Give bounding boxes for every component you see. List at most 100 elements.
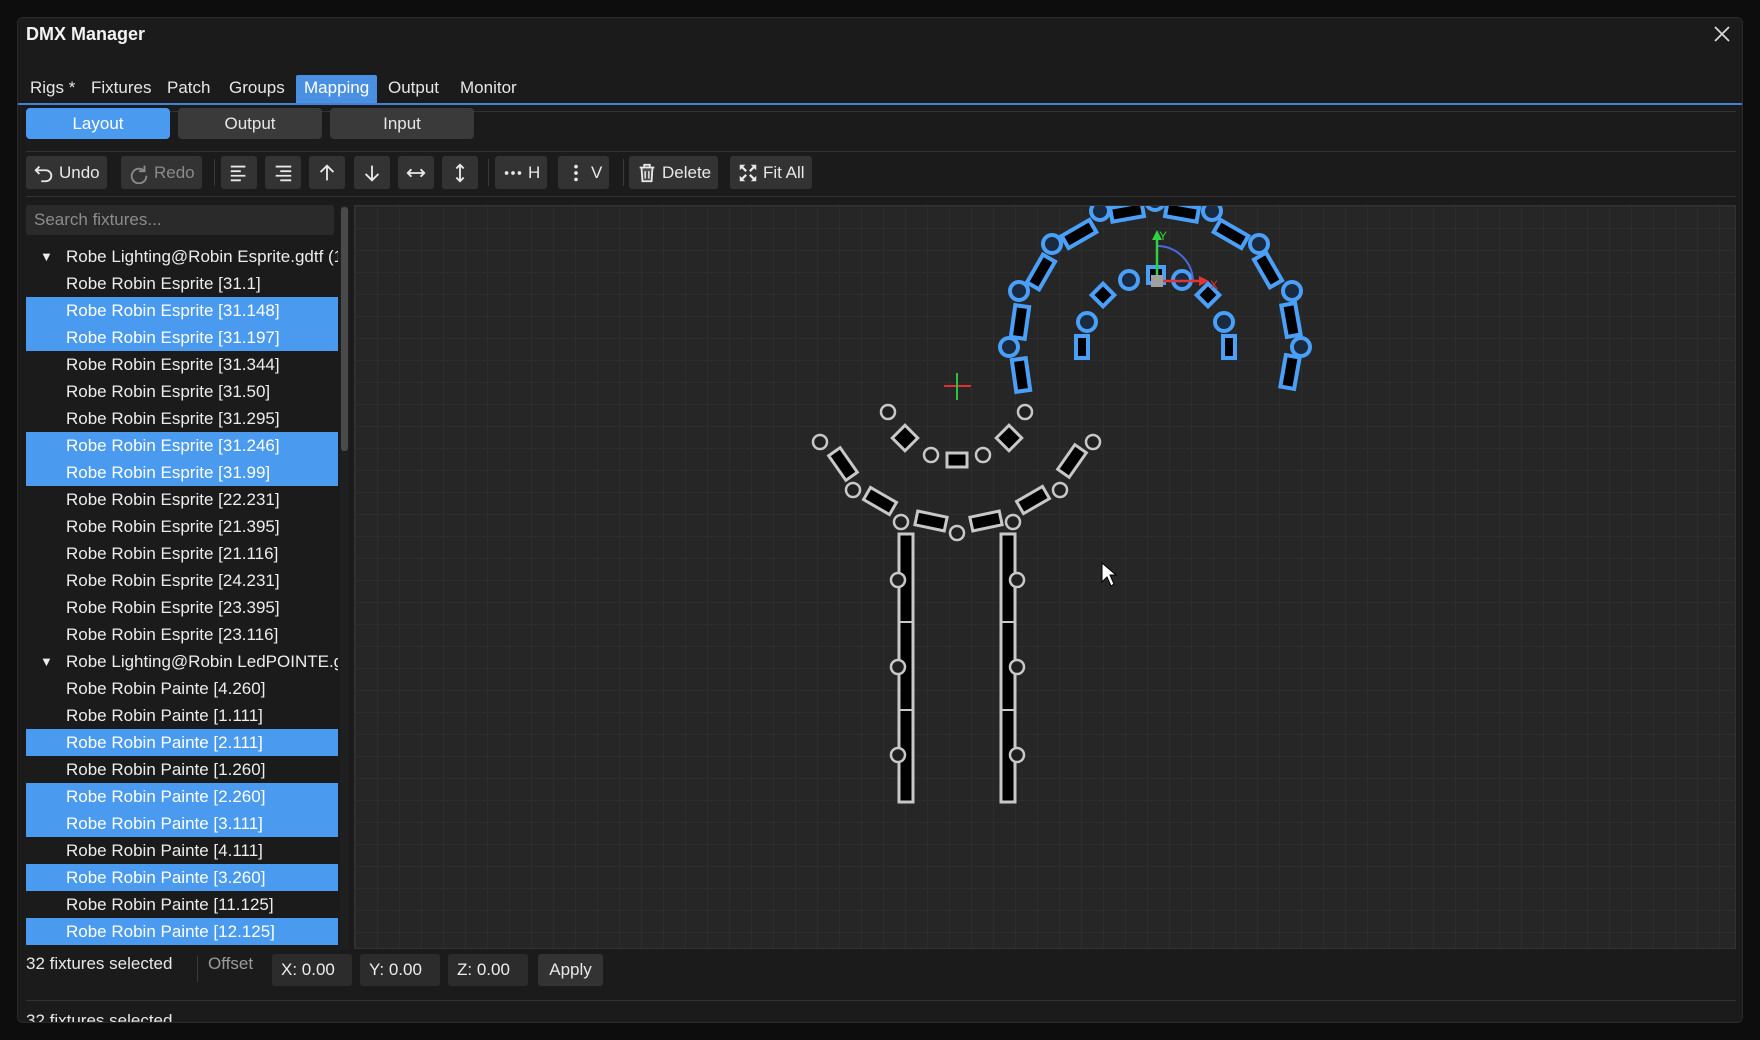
fixture-handle[interactable] [889, 571, 907, 589]
fixture-handle[interactable] [879, 403, 897, 421]
fixture-marker[interactable] [1088, 280, 1118, 310]
search-fixtures-input[interactable] [26, 205, 334, 235]
tree-group[interactable]: ▼ Robe Lighting@Robin LedPOINTE.gdt [26, 648, 338, 675]
fixture-list-item[interactable]: Robe Robin Esprite [21.116] [26, 540, 338, 567]
fit-all-button[interactable]: Fit All [730, 156, 812, 189]
subtab-output[interactable]: Output [178, 108, 322, 139]
align-bottom-button[interactable] [354, 156, 390, 189]
fixture-list-item[interactable]: Robe Robin Esprite [22.231] [26, 486, 338, 513]
fixture-list-item[interactable]: Robe Robin Esprite [31.50] [26, 378, 338, 405]
fixture-marker[interactable] [1009, 355, 1033, 395]
layout-canvas[interactable]: XY [354, 205, 1736, 949]
fixture-handle[interactable] [889, 746, 907, 764]
fixture-list-item[interactable]: Robe Robin Painte [1.111] [26, 702, 338, 729]
menu-patch[interactable]: Patch [159, 75, 218, 103]
fixture-handle[interactable] [1281, 280, 1303, 302]
fixture-handle[interactable] [1076, 311, 1098, 333]
fixture-handle[interactable] [1201, 206, 1223, 222]
fixture-list-item[interactable]: Robe Robin Painte [4.260] [26, 675, 338, 702]
fixture-handle[interactable] [889, 658, 907, 676]
fixture-list-item[interactable]: Robe Robin Painte [3.111] [26, 810, 338, 837]
fixture-handle[interactable] [844, 481, 862, 499]
fixture-handle[interactable] [892, 513, 910, 531]
fixture-marker[interactable] [890, 423, 920, 453]
redo-button[interactable]: Redo [121, 156, 202, 189]
close-button[interactable] [1710, 22, 1734, 46]
align-right-button[interactable] [265, 156, 301, 189]
fixture-list-item[interactable]: Robe Robin Painte [2.111] [26, 729, 338, 756]
fixture-marker[interactable] [1162, 206, 1202, 224]
fixture-handle[interactable] [1084, 433, 1102, 451]
fixture-handle[interactable] [1008, 280, 1030, 302]
delete-button[interactable]: Delete [629, 156, 719, 189]
menu-mapping[interactable]: Mapping [296, 75, 378, 103]
fixture-handle[interactable] [1145, 206, 1165, 212]
fixture-marker[interactable] [1251, 249, 1285, 291]
undo-button[interactable]: Undo [26, 156, 107, 189]
fixture-marker[interactable] [1014, 484, 1052, 516]
gizmo-y-label[interactable]: Y [1159, 229, 1167, 243]
fixture-handle[interactable] [1008, 658, 1026, 676]
offset-x-field[interactable]: X: 0.00 [272, 954, 352, 986]
fixture-handle[interactable] [922, 446, 940, 464]
fixture-list-item[interactable]: Robe Robin Painte [3.260] [26, 864, 338, 891]
fixture-list-item[interactable]: Robe Robin Esprite [23.395] [26, 594, 338, 621]
menu-groups[interactable]: Groups [221, 75, 293, 103]
apply-offset-button[interactable]: Apply [538, 954, 603, 986]
fixture-list-item[interactable]: Robe Robin Esprite [24.231] [26, 567, 338, 594]
fixture-marker[interactable] [968, 509, 1004, 533]
fixture-list-item[interactable]: Robe Robin Esprite [31.1] [26, 270, 338, 297]
fixture-handle[interactable] [1248, 233, 1270, 255]
fixture-marker[interactable] [945, 451, 969, 469]
fixture-marker[interactable] [913, 509, 949, 533]
tree-group[interactable]: ▼ Robe Lighting@Robin Esprite.gdtf (14 [26, 243, 338, 270]
fixture-handle[interactable] [811, 433, 829, 451]
fixture-list-item[interactable]: Robe Robin Esprite [31.99] [26, 459, 338, 486]
fixture-list-item[interactable]: Robe Robin Painte [4.111] [26, 837, 338, 864]
distribute-vertical-button[interactable]: V [558, 156, 610, 189]
menu-output[interactable]: Output [380, 75, 447, 103]
fixture-marker[interactable] [826, 445, 860, 483]
fixture-handle[interactable] [1051, 481, 1069, 499]
fixture-list-item[interactable]: Robe Robin Esprite [31.148] [26, 297, 338, 324]
fixture-marker[interactable] [1058, 217, 1100, 251]
fixture-marker[interactable] [1074, 334, 1090, 360]
menu-monitor[interactable]: Monitor [452, 75, 525, 103]
fixture-handle[interactable] [1290, 336, 1312, 358]
center-horizontal-button[interactable] [398, 156, 434, 189]
distribute-horizontal-button[interactable]: H [495, 156, 548, 189]
fixture-marker[interactable] [1024, 251, 1058, 293]
fixture-marker[interactable] [1210, 217, 1252, 251]
fixture-handle[interactable] [1008, 746, 1026, 764]
fixture-marker[interactable] [1055, 442, 1089, 480]
fixture-list-item[interactable]: Robe Robin Painte [1.260] [26, 756, 338, 783]
fixture-list-item[interactable]: Robe Robin Painte [12.125] [26, 918, 338, 945]
fixture-handle[interactable] [998, 336, 1020, 358]
fixture-marker[interactable] [1279, 300, 1303, 340]
fixture-marker[interactable] [1278, 352, 1302, 392]
fixture-list-item[interactable]: Robe Robin Esprite [31.344] [26, 351, 338, 378]
fixture-list-item[interactable]: Robe Robin Esprite [23.116] [26, 621, 338, 648]
fixture-list-item[interactable]: Robe Robin Esprite [31.295] [26, 405, 338, 432]
tree-scrollbar[interactable] [340, 205, 349, 949]
gizmo-x-label[interactable]: X [1210, 278, 1218, 292]
fixture-handle[interactable] [974, 446, 992, 464]
tree-scroll-thumb[interactable] [341, 207, 348, 451]
fixture-marker[interactable] [1107, 206, 1147, 224]
fixture-handle[interactable] [1118, 269, 1140, 291]
mouse-cursor-icon[interactable] [1101, 561, 1118, 587]
fixture-handle[interactable] [1008, 571, 1026, 589]
expand-arrow-icon[interactable]: ▼ [40, 648, 53, 675]
gizmo-center-handle[interactable] [1151, 275, 1163, 287]
subtab-layout[interactable]: Layout [26, 108, 170, 139]
fixture-list-item[interactable]: Robe Robin Painte [11.125] [26, 891, 338, 918]
expand-arrow-icon[interactable]: ▼ [40, 243, 53, 270]
fixture-handle[interactable] [1089, 206, 1111, 222]
fixture-marker[interactable] [861, 485, 899, 517]
fixture-handle[interactable] [1016, 403, 1034, 421]
fixture-marker[interactable] [994, 423, 1024, 453]
fixture-handle[interactable] [1041, 233, 1063, 255]
align-left-button[interactable] [221, 156, 257, 189]
fixture-marker[interactable] [1008, 302, 1032, 342]
menu-rigs[interactable]: Rigs * [22, 75, 83, 103]
